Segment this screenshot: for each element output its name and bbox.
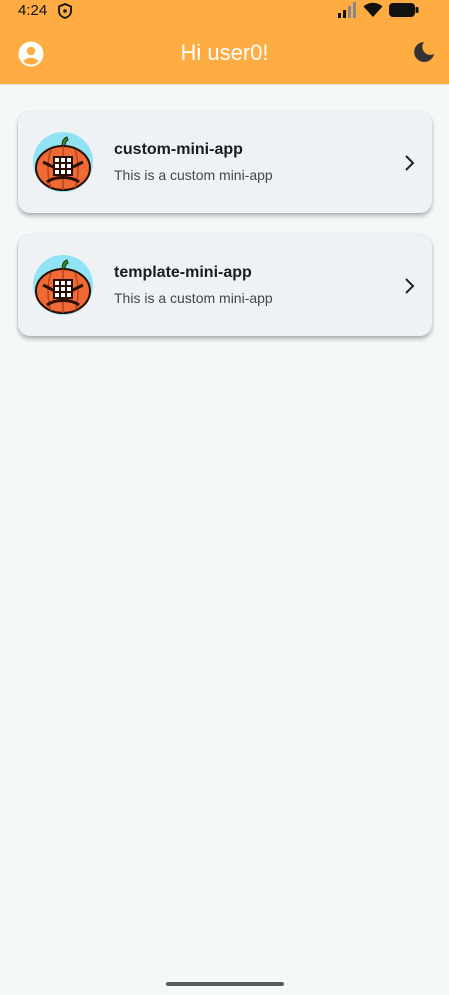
pumpkin-icon (33, 255, 93, 315)
mini-app-card[interactable]: template-mini-app This is a custom mini-… (18, 234, 432, 336)
app-bar: Hi user0! (0, 24, 449, 85)
system-icons (337, 2, 419, 18)
signal-icon (338, 2, 356, 18)
moon-icon[interactable] (413, 41, 435, 68)
status-time: 4:24 (18, 2, 48, 19)
mini-app-description: This is a custom mini-app (114, 290, 273, 306)
wifi-icon (363, 2, 383, 17)
status-bar: 4:24 (0, 0, 449, 24)
mini-app-title: template-mini-app (114, 264, 252, 281)
mini-app-title: custom-mini-app (114, 141, 243, 158)
chevron-right-icon[interactable] (402, 277, 416, 300)
mini-app-description: This is a custom mini-app (114, 167, 273, 183)
battery-icon (389, 3, 419, 17)
mini-app-card[interactable]: custom-mini-app This is a custom mini-ap… (18, 111, 432, 213)
shield-icon (58, 3, 72, 24)
pumpkin-icon (33, 132, 93, 192)
chevron-right-icon[interactable] (402, 154, 416, 177)
home-indicator[interactable] (166, 982, 284, 986)
page-title: Hi user0! (180, 40, 269, 65)
